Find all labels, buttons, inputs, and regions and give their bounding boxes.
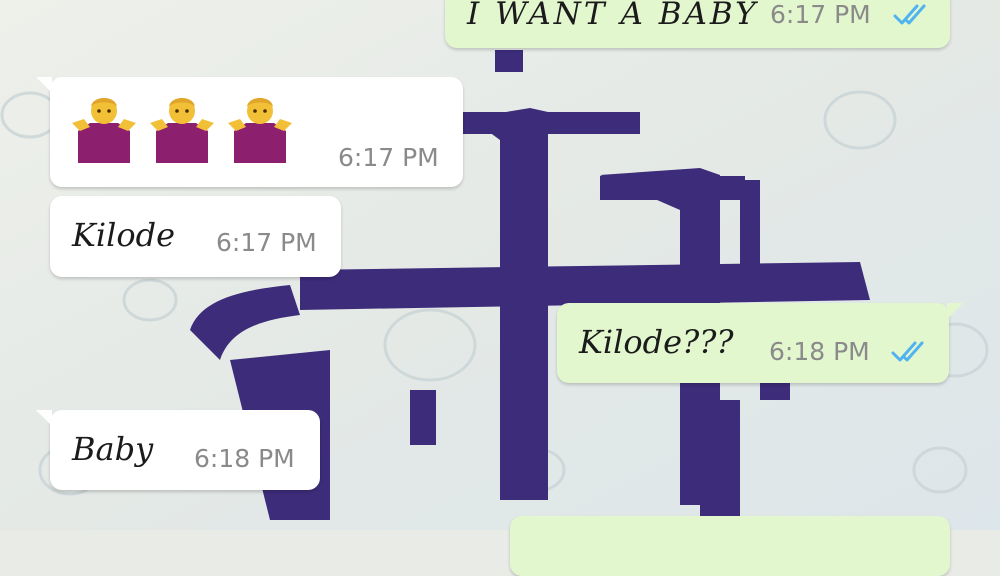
- message-bubble-outgoing[interactable]: I WANT A BABY 6:17 PM: [445, 0, 950, 48]
- message-text: I WANT A BABY: [467, 0, 759, 32]
- message-time: 6:18 PM: [769, 337, 870, 366]
- message-text: Kilode: [72, 216, 176, 254]
- double-check-icon: [893, 4, 926, 25]
- message-bubble-incoming[interactable]: Baby 6:18 PM: [36, 410, 320, 490]
- person-shrugging-emoji-icon: [72, 98, 136, 163]
- message-text: Kilode???: [579, 323, 734, 361]
- double-check-icon: [891, 341, 924, 362]
- message-bubble-incoming[interactable]: Kilode 6:17 PM: [50, 196, 341, 277]
- message-time: 6:18 PM: [194, 444, 295, 473]
- message-time: 6:17 PM: [216, 228, 317, 257]
- message-bubble-incoming[interactable]: 6:17 PM: [36, 77, 463, 187]
- person-shrugging-emoji-icon: [150, 98, 214, 163]
- message-bubble-outgoing[interactable]: Kilode??? 6:18 PM: [557, 303, 963, 383]
- message-text: Baby: [72, 430, 154, 468]
- message-bubble-outgoing-partial[interactable]: [510, 516, 950, 576]
- emoji-row: [70, 93, 294, 163]
- message-time: 6:17 PM: [770, 0, 871, 29]
- message-time: 6:17 PM: [338, 143, 439, 172]
- person-shrugging-emoji-icon: [228, 98, 292, 163]
